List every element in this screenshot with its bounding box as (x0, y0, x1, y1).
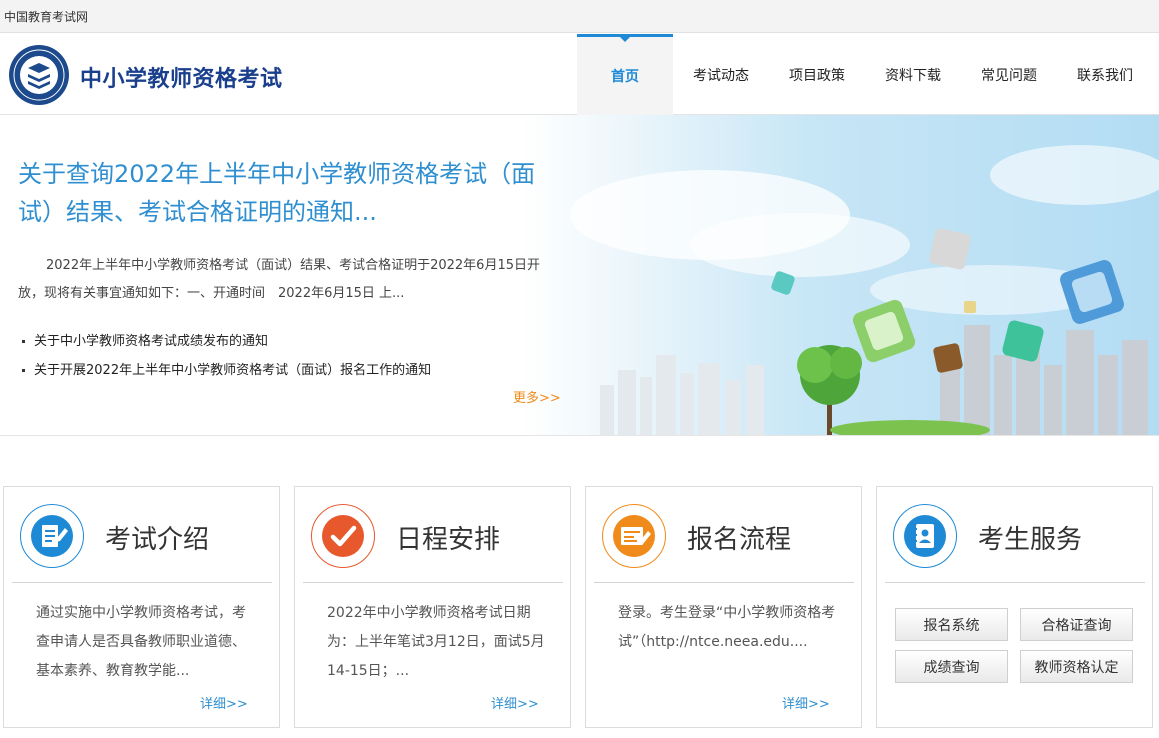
banner-divider (0, 435, 1159, 436)
card-schedule: 日程安排 2022年中小学教师资格考试日期为：上半年笔试3月12日，面试5月14… (294, 486, 571, 728)
banner-link-list: 关于中小学教师资格考试成绩发布的通知 关于开展2022年上半年中小学教师资格考试… (18, 327, 431, 385)
nav-downloads[interactable]: 资料下载 (865, 34, 961, 115)
card-more-link[interactable]: 详细>> (491, 693, 539, 712)
form-edit-icon (613, 515, 655, 557)
card-exam-intro: 考试介绍 通过实施中小学教师资格考试，考查申请人是否具备教师职业道德、基本素养、… (3, 486, 280, 728)
card-title[interactable]: 日程安排 (396, 519, 500, 556)
news-banner: 关于查询2022年上半年中小学教师资格考试（面试）结果、考试合格证明的通知...… (0, 115, 1159, 435)
card-icon-wrap[interactable] (311, 504, 375, 568)
checkmark-icon (322, 515, 364, 557)
contact-book-icon (904, 515, 946, 557)
nav-contact[interactable]: 联系我们 (1057, 34, 1153, 115)
card-more-link[interactable]: 详细>> (782, 693, 830, 712)
service-button-grid: 报名系统 合格证查询 成绩查询 教师资格认定 (895, 608, 1133, 683)
card-registration: 报名流程 登录。考生登录“中小学教师资格考试”（http://ntce.neea… (585, 486, 862, 728)
card-text: 通过实施中小学教师资格考试，考查申请人是否具备教师职业道德、基本素养、教育教学能… (36, 605, 246, 679)
banner-link-item[interactable]: 关于开展2022年上半年中小学教师资格考试（面试）报名工作的通知 (18, 356, 431, 385)
card-divider (12, 582, 272, 583)
card-title[interactable]: 报名流程 (687, 519, 791, 556)
banner-link-item[interactable]: 关于中小学教师资格考试成绩发布的通知 (18, 327, 431, 356)
document-edit-icon (31, 515, 73, 557)
nav-home[interactable]: 首页 (577, 34, 673, 115)
card-more-link[interactable]: 详细>> (200, 693, 248, 712)
card-divider (885, 582, 1145, 583)
card-icon-wrap[interactable] (20, 504, 84, 568)
card-divider (594, 582, 854, 583)
site-title[interactable]: 中小学教师资格考试 (80, 61, 283, 93)
top-bar: 中国教育考试网 (0, 0, 1159, 33)
ntce-logo-icon[interactable] (8, 44, 70, 106)
score-query-button[interactable]: 成绩查询 (895, 650, 1008, 683)
card-text: 2022年中小学教师资格考试日期为：上半年笔试3月12日，面试5月14-15日；… (327, 605, 545, 679)
card-icon-wrap[interactable] (602, 504, 666, 568)
banner-more-link[interactable]: 更多>> (513, 387, 561, 406)
teacher-qualification-button[interactable]: 教师资格认定 (1020, 650, 1133, 683)
card-icon-wrap[interactable] (893, 504, 957, 568)
banner-headline[interactable]: 关于查询2022年上半年中小学教师资格考试（面试）结果、考试合格证明的通知... (18, 155, 558, 231)
card-candidate-services: 考生服务 报名系统 合格证查询 成绩查询 教师资格认定 (876, 486, 1153, 728)
nav-policy[interactable]: 项目政策 (769, 34, 865, 115)
main-nav: 首页 考试动态 项目政策 资料下载 常见问题 联系我们 (577, 34, 1153, 115)
banner-illustration (570, 145, 1159, 435)
nav-exam-news[interactable]: 考试动态 (673, 34, 769, 115)
card-text: 登录。考生登录“中小学教师资格考试”（http://ntce.neea.edu.… (618, 605, 836, 650)
card-divider (303, 582, 563, 583)
card-title[interactable]: 考生服务 (978, 519, 1082, 556)
registration-system-button[interactable]: 报名系统 (895, 608, 1008, 641)
certificate-query-button[interactable]: 合格证查询 (1020, 608, 1133, 641)
site-label[interactable]: 中国教育考试网 (4, 8, 88, 25)
site-header: 中小学教师资格考试 首页 考试动态 项目政策 资料下载 常见问题 联系我们 (0, 34, 1159, 115)
banner-summary: 2022年上半年中小学教师资格考试（面试）结果、考试合格证明于2022年6月15… (18, 258, 540, 301)
card-title[interactable]: 考试介绍 (105, 519, 209, 556)
nav-faq[interactable]: 常见问题 (961, 34, 1057, 115)
